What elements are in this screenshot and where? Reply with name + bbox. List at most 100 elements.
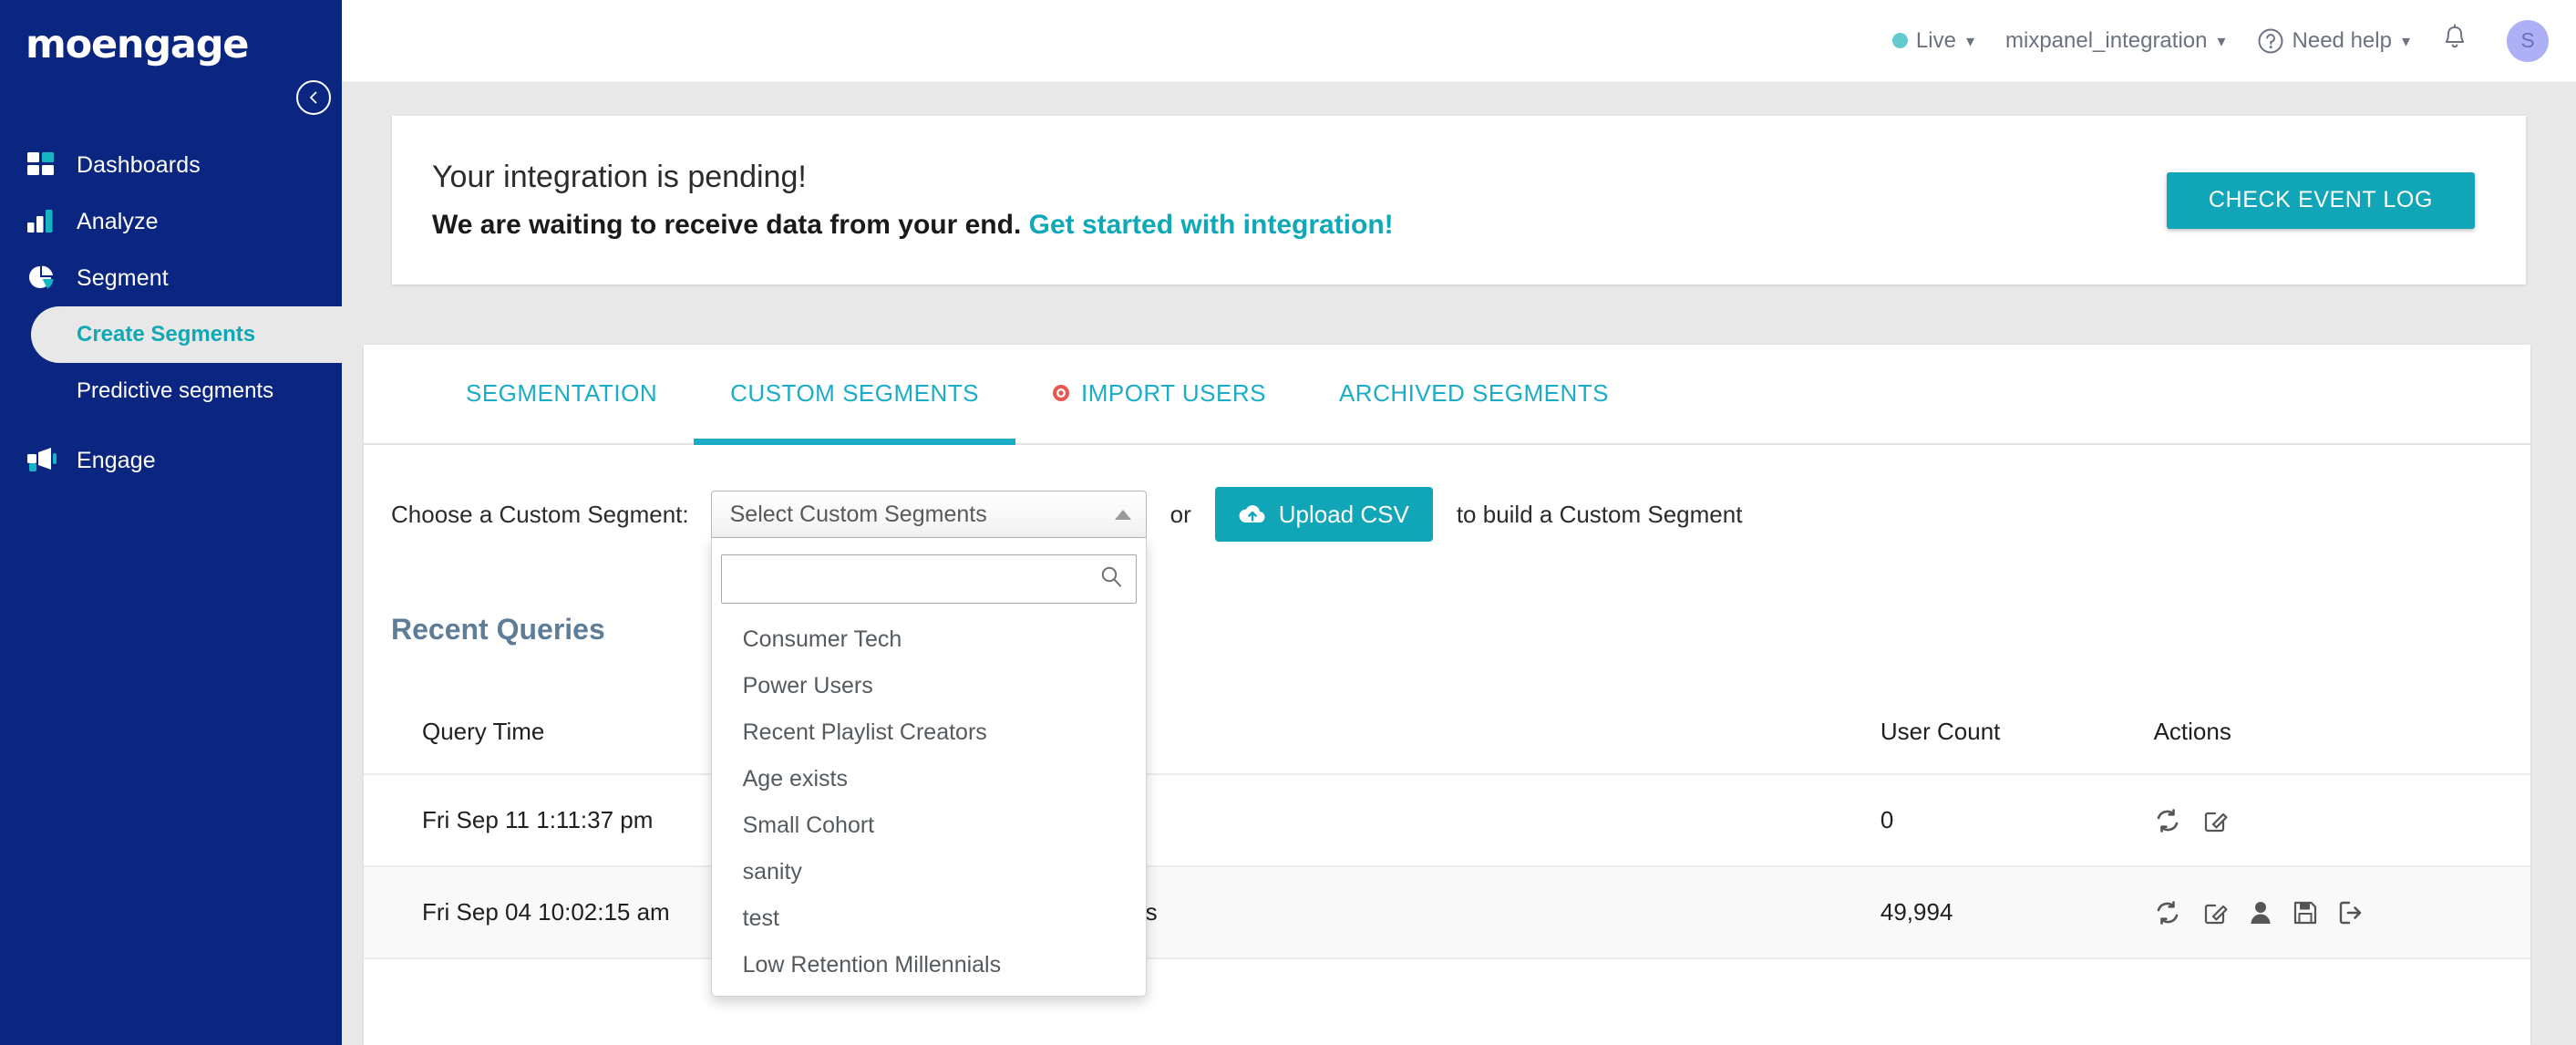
custom-segment-dropdown-menu: Consumer Tech Power Users Recent Playlis… [710, 538, 1147, 997]
topbar-actions: Live ▾ mixpanel_integration ▾ Need help … [1891, 19, 2549, 62]
sidebar-item-label: Engage [77, 447, 156, 473]
dropdown-option[interactable]: test [712, 895, 1146, 942]
cell-query-time: Fri Sep 11 1:11:37 pm [364, 774, 769, 867]
cell-query-time: Fri Sep 04 10:02:15 am [364, 866, 769, 959]
row-actions [2154, 899, 2530, 926]
tab-import-users[interactable]: IMPORT USERS [1015, 343, 1303, 443]
avatar-initial: S [2520, 28, 2535, 52]
table-header-row: Query Time Query User Count Actions [364, 690, 2530, 775]
cell-user-count: 0 [1880, 774, 2154, 867]
sidebar-item-label: Segment [77, 264, 169, 291]
dropdown-option[interactable]: sanity [712, 849, 1146, 895]
cloud-upload-icon [1239, 503, 1266, 525]
sidebar-item-segment[interactable]: Segment [0, 250, 342, 306]
brand-logo[interactable]: moengage [26, 20, 310, 69]
user-icon[interactable] [2249, 899, 2272, 926]
column-header-query-time: Query Time [364, 690, 769, 775]
get-started-link[interactable]: Get started with integration! [1029, 210, 1394, 240]
custom-segment-select-value: Select Custom Segments [729, 501, 987, 527]
table-row[interactable]: Fri Sep 04 10:02:15 am Users in custom s… [364, 866, 2530, 959]
sidebar-item-engage[interactable]: Engage [0, 432, 342, 489]
segment-search-input[interactable] [720, 554, 1137, 604]
sidebar-item-analyze[interactable]: Analyze [0, 193, 342, 250]
environment-selector[interactable]: Live ▾ [1891, 28, 1974, 54]
dropdown-search [720, 554, 1137, 604]
tab-label: ARCHIVED SEGMENTS [1338, 378, 1609, 407]
dropdown-option[interactable]: Small Cohort [712, 802, 1146, 849]
notifications-button[interactable] [2441, 24, 2468, 57]
dropdown-option[interactable]: Consumer Tech [712, 616, 1146, 663]
tab-custom-segments[interactable]: CUSTOM SEGMENTS [694, 343, 1015, 445]
app-root: moengage Dashboards Analyze Segment Crea… [0, 0, 2576, 1045]
banner-title: Your integration is pending! [432, 160, 807, 195]
chooser-tail-text: to build a Custom Segment [1456, 500, 1743, 528]
workspace-selector[interactable]: mixpanel_integration ▾ [2005, 28, 2226, 54]
sidebar-nav: Dashboards Analyze Segment Create Segmen… [0, 137, 342, 489]
chooser-label: Choose a Custom Segment: [391, 500, 689, 528]
chevron-down-icon: ▾ [1965, 31, 1974, 50]
engage-icon [27, 446, 60, 475]
tab-archived-segments[interactable]: ARCHIVED SEGMENTS [1303, 343, 1645, 443]
sidebar-subitem-label: Create Segments [77, 322, 256, 347]
caret-up-icon [1114, 509, 1131, 520]
question-circle-icon [2257, 27, 2284, 55]
tab-segmentation[interactable]: SEGMENTATION [429, 343, 694, 443]
save-icon[interactable] [2293, 900, 2318, 926]
refresh-icon[interactable] [2154, 807, 2181, 834]
edit-icon[interactable] [2201, 899, 2229, 926]
need-help-menu[interactable]: Need help ▾ [2257, 27, 2410, 55]
refresh-icon[interactable] [2154, 899, 2181, 926]
integration-pending-banner: Your integration is pending! We are wait… [392, 116, 2526, 285]
check-event-log-button[interactable]: CHECK EVENT LOG [2166, 171, 2475, 229]
custom-segment-select-trigger[interactable]: Select Custom Segments [710, 491, 1147, 538]
segment-icon [27, 264, 60, 293]
main-area: Live ▾ mixpanel_integration ▾ Need help … [342, 0, 2576, 1045]
dropdown-option[interactable]: Age exists [712, 756, 1146, 802]
column-header-actions: Actions [2153, 690, 2530, 775]
sidebar-subitem-label: Predictive segments [77, 378, 274, 403]
custom-segment-chooser: Choose a Custom Segment: Select Custom S… [364, 445, 2530, 997]
dashboards-icon [27, 150, 60, 180]
panel-tabs: SEGMENTATION CUSTOM SEGMENTS IMPORT USER… [364, 345, 2530, 445]
cell-user-count: 49,994 [1880, 866, 2154, 959]
live-status-dot [1891, 33, 1908, 48]
collapse-sidebar-button[interactable] [296, 80, 331, 115]
upload-csv-label: Upload CSV [1278, 500, 1409, 528]
edit-icon[interactable] [2201, 807, 2229, 834]
tab-label: CUSTOM SEGMENTS [730, 378, 979, 407]
sidebar-item-label: Analyze [77, 208, 159, 234]
record-dot-icon [1052, 384, 1070, 402]
bell-icon [2441, 24, 2468, 57]
row-actions [2154, 807, 2530, 834]
cell-actions [2153, 866, 2530, 959]
export-icon[interactable] [2338, 900, 2364, 926]
sidebar-item-dashboards[interactable]: Dashboards [0, 137, 342, 193]
dropdown-option[interactable]: Low Retention Millennials [712, 942, 1146, 988]
sidebar-item-create-segments[interactable]: Create Segments [31, 306, 342, 363]
brand-name: moengage [26, 22, 249, 67]
chevron-left-icon [310, 91, 317, 104]
workspace-label: mixpanel_integration [2005, 27, 2208, 53]
need-help-label: Need help [2292, 27, 2392, 53]
upload-csv-button[interactable]: Upload CSV [1214, 487, 1433, 542]
topbar: Live ▾ mixpanel_integration ▾ Need help … [342, 0, 2576, 82]
sidebar-item-predictive-segments[interactable]: Predictive segments [0, 363, 342, 419]
column-header-user-count: User Count [1880, 690, 2154, 775]
dropdown-option[interactable]: Recent Playlist Creators [712, 709, 1146, 756]
custom-segment-select: Select Custom Segments Consumer Tech Pow… [710, 491, 1147, 997]
recent-queries-title: Recent Queries [391, 613, 605, 646]
recent-queries-table: Query Time Query User Count Actions Fri … [364, 690, 2530, 959]
dropdown-option[interactable]: Power Users [712, 663, 1146, 709]
avatar[interactable]: S [2507, 19, 2549, 62]
table-row[interactable]: Fri Sep 11 1:11:37 pm 0 [364, 774, 2530, 867]
tab-label: IMPORT USERS [1080, 378, 1266, 407]
analyze-icon [27, 207, 60, 236]
tab-label: SEGMENTATION [466, 378, 658, 407]
custom-segments-panel: SEGMENTATION CUSTOM SEGMENTS IMPORT USER… [364, 345, 2530, 1045]
table-body: Fri Sep 11 1:11:37 pm 0 Fri Sep 04 10:02… [364, 774, 2530, 959]
or-label: or [1170, 500, 1191, 528]
cell-actions [2153, 774, 2530, 867]
table-head: Query Time Query User Count Actions [364, 690, 2530, 775]
banner-subtitle-row: We are waiting to receive data from your… [432, 205, 2167, 245]
banner-text: Your integration is pending! We are wait… [432, 155, 2167, 245]
